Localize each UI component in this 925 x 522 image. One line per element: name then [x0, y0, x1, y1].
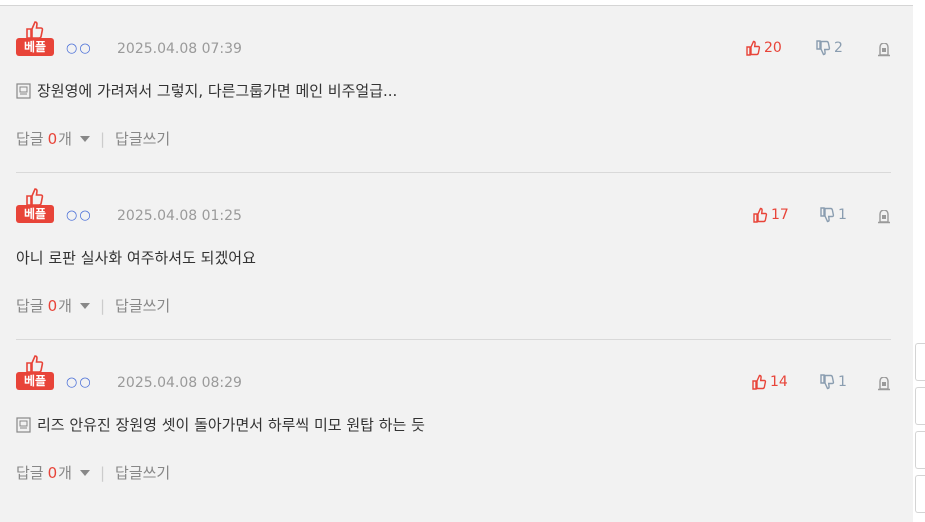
reply-count: 0: [47, 463, 58, 482]
upvote-count: 17: [771, 207, 789, 223]
reply-bar: 답글 0 개 | 답글쓰기: [16, 128, 170, 149]
caret-down-icon: [79, 469, 90, 476]
comment-date: 2025.04.08 01:25: [117, 208, 242, 224]
side-tab[interactable]: [915, 431, 925, 469]
side-tab[interactable]: [915, 343, 925, 381]
comment-date: 2025.04.08 08:29: [117, 375, 242, 391]
nickname[interactable]: ○○: [66, 208, 93, 223]
comment-body: 아니 로판 실사화 여주하셔도 되겠어요: [16, 247, 256, 268]
thumb-up-icon: [26, 188, 44, 206]
document-icon: [16, 82, 31, 99]
reply-toggle[interactable]: 답글 0 개: [16, 295, 90, 316]
comment-page: 베플 ○○ 2025.04.08 07:39 20 2 장원영에 가려져서 그렇…: [0, 0, 925, 522]
comment-item: 베플 ○○ 2025.04.08 07:39 20 2 장원영에 가려져서 그렇…: [0, 6, 913, 173]
best-label: 베플: [16, 205, 54, 223]
comment-body: 리즈 안유진 장원영 셋이 돌아가면서 하루씩 미모 원탑 하는 듯: [16, 414, 425, 435]
thumb-down-icon: [820, 374, 835, 390]
nickname[interactable]: ○○: [66, 375, 93, 390]
upvote-button[interactable]: 20: [745, 40, 782, 56]
comment-date: 2025.04.08 07:39: [117, 41, 242, 57]
downvote-count: 1: [838, 374, 847, 390]
report-icon[interactable]: [877, 43, 891, 57]
nickname[interactable]: ○○: [66, 41, 93, 56]
upvote-button[interactable]: 17: [752, 207, 789, 223]
thumb-up-icon: [26, 355, 44, 373]
reply-bar: 답글 0 개 | 답글쓰기: [16, 462, 170, 483]
reply-toggle[interactable]: 답글 0 개: [16, 128, 90, 149]
caret-down-icon: [79, 302, 90, 309]
reply-suffix: 개: [58, 130, 72, 148]
comment-text: 아니 로판 실사화 여주하셔도 되겠어요: [16, 249, 256, 267]
upvote-count: 20: [764, 40, 782, 56]
thumb-down-icon: [820, 207, 835, 223]
best-label: 베플: [16, 372, 54, 390]
best-label: 베플: [16, 38, 54, 56]
thumb-up-icon: [26, 21, 44, 39]
thumb-down-icon: [816, 40, 831, 56]
upvote-button[interactable]: 14: [751, 374, 788, 390]
thumb-up-icon: [752, 374, 767, 390]
write-reply-link[interactable]: 답글쓰기: [115, 295, 170, 316]
comment-list: 베플 ○○ 2025.04.08 07:39 20 2 장원영에 가려져서 그렇…: [0, 5, 913, 522]
report-icon[interactable]: [877, 377, 891, 391]
reply-label: 답글: [16, 297, 44, 315]
thumb-up-icon: [746, 40, 761, 56]
upvote-count: 14: [770, 374, 788, 390]
downvote-count: 1: [838, 207, 847, 223]
reply-label: 답글: [16, 130, 44, 148]
side-tab[interactable]: [915, 387, 925, 425]
best-comment-badge: 베플: [16, 354, 54, 394]
comment-item: 베플 ○○ 2025.04.08 01:25 17 1 아니 로판 실사화 여주…: [0, 173, 913, 340]
reply-toggle[interactable]: 답글 0 개: [16, 462, 90, 483]
comment-text: 리즈 안유진 장원영 셋이 돌아가면서 하루씩 미모 원탑 하는 듯: [37, 416, 425, 434]
best-comment-badge: 베플: [16, 20, 54, 60]
separator: |: [99, 463, 106, 482]
comment-item: 베플 ○○ 2025.04.08 08:29 14 1 리즈 안유진 장원영 셋…: [0, 340, 913, 507]
document-icon: [16, 416, 31, 433]
comment-body: 장원영에 가려져서 그렇지, 다른그룹가면 메인 비주얼급...: [16, 80, 397, 101]
reply-count: 0: [47, 129, 58, 148]
reply-suffix: 개: [58, 297, 72, 315]
thumb-up-icon: [753, 207, 768, 223]
downvote-count: 2: [834, 40, 843, 56]
reply-suffix: 개: [58, 464, 72, 482]
separator: |: [99, 129, 106, 148]
write-reply-link[interactable]: 답글쓰기: [115, 128, 170, 149]
reply-label: 답글: [16, 464, 44, 482]
side-tab[interactable]: [915, 475, 925, 513]
report-icon[interactable]: [877, 210, 891, 224]
comment-text: 장원영에 가려져서 그렇지, 다른그룹가면 메인 비주얼급...: [37, 82, 398, 100]
reply-bar: 답글 0 개 | 답글쓰기: [16, 295, 170, 316]
separator: |: [99, 296, 106, 315]
downvote-button[interactable]: 2: [815, 40, 843, 56]
caret-down-icon: [79, 135, 90, 142]
reply-count: 0: [47, 296, 58, 315]
write-reply-link[interactable]: 답글쓰기: [115, 462, 170, 483]
downvote-button[interactable]: 1: [819, 207, 847, 223]
downvote-button[interactable]: 1: [819, 374, 847, 390]
best-comment-badge: 베플: [16, 187, 54, 227]
